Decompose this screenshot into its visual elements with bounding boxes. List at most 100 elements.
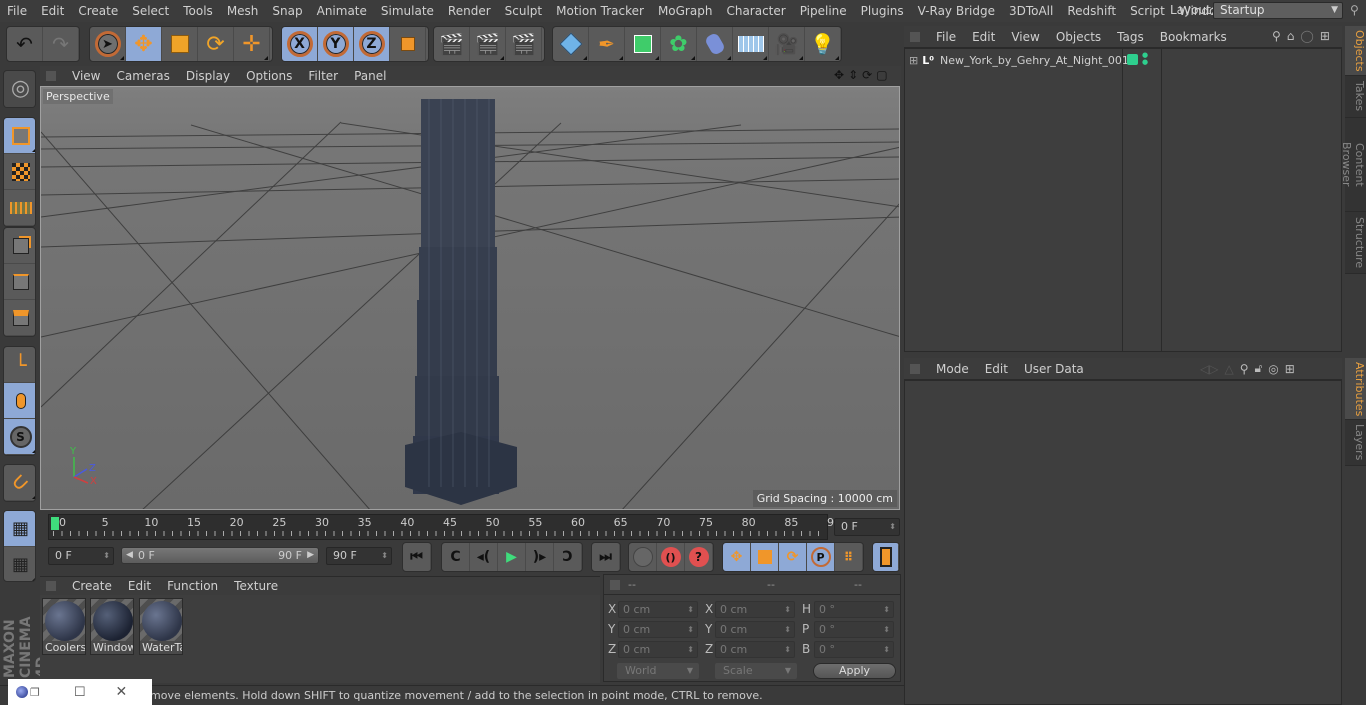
render-settings-button[interactable]: 🎬 bbox=[506, 27, 542, 61]
prev-frame-button[interactable]: ◂( bbox=[470, 543, 498, 571]
object-menu-view[interactable]: View bbox=[1003, 30, 1047, 44]
viewport-menu-panel[interactable]: Panel bbox=[346, 69, 394, 83]
live-selection-button[interactable]: ➤ bbox=[90, 27, 126, 61]
tab-structure[interactable]: Structure bbox=[1345, 212, 1366, 274]
material-menu-texture[interactable]: Texture bbox=[226, 579, 286, 593]
workplane-mode-button[interactable] bbox=[4, 190, 35, 226]
key-pla-toggle[interactable]: ⠿ bbox=[835, 543, 863, 571]
menu-render[interactable]: Render bbox=[441, 4, 498, 18]
lock-icon[interactable]: 🔓︎ bbox=[1255, 361, 1263, 376]
menu-pipeline[interactable]: Pipeline bbox=[793, 4, 854, 18]
coordinate-space-dropdown[interactable]: World ▼ bbox=[617, 663, 699, 679]
3d-viewport[interactable]: Y Z X Perspective Grid Spacing : 10000 c… bbox=[40, 86, 900, 510]
range-right-arrow-icon[interactable]: ▶ bbox=[307, 548, 314, 563]
menu-tools[interactable]: Tools bbox=[176, 4, 220, 18]
preview-range-slider[interactable]: ◀ 0 F 90 F ▶ bbox=[121, 547, 319, 564]
panel-grip-icon[interactable] bbox=[910, 363, 920, 374]
tweak-mode-button[interactable] bbox=[4, 383, 35, 419]
menu-simulate[interactable]: Simulate bbox=[374, 4, 441, 18]
eye-icon[interactable]: ◯ bbox=[1300, 29, 1313, 43]
viewport-menu-view[interactable]: View bbox=[64, 69, 108, 83]
key-scale-toggle[interactable] bbox=[751, 543, 779, 571]
restore-icon[interactable]: ❐ bbox=[30, 686, 40, 699]
layout-dropdown[interactable]: Startup ▼ bbox=[1213, 2, 1343, 19]
range-left-arrow-icon[interactable]: ◀ bbox=[126, 548, 133, 563]
transform-tool-button[interactable]: ✛ bbox=[234, 27, 270, 61]
lock-workplane-button[interactable]: ▦ bbox=[4, 511, 35, 547]
align-workplane-button[interactable]: ▦ bbox=[4, 547, 35, 581]
new-panel-icon[interactable]: ⊞ bbox=[1320, 29, 1330, 43]
axis-y-toggle[interactable]: Y bbox=[318, 27, 354, 61]
menu-file[interactable]: File bbox=[0, 4, 34, 18]
object-menu-tags[interactable]: Tags bbox=[1109, 30, 1152, 44]
material-swatch[interactable]: WaterTa bbox=[139, 598, 183, 655]
model-mode-button[interactable] bbox=[4, 118, 35, 154]
tab-takes[interactable]: Takes bbox=[1345, 76, 1366, 118]
material-swatch[interactable]: Window bbox=[90, 598, 134, 655]
key-rotation-toggle[interactable]: ⟳ bbox=[779, 543, 807, 571]
menu-select[interactable]: Select bbox=[125, 4, 176, 18]
floor-button[interactable] bbox=[733, 27, 769, 61]
undo-button[interactable]: ↶ bbox=[7, 27, 43, 61]
points-mode-button[interactable] bbox=[4, 228, 35, 264]
search-icon[interactable]: ⚲ bbox=[1272, 29, 1281, 43]
cube-button[interactable] bbox=[553, 27, 589, 61]
object-menu-edit[interactable]: Edit bbox=[964, 30, 1003, 44]
size-y-field[interactable]: 0 cm ⬍ bbox=[715, 621, 795, 638]
size-z-field[interactable]: 0 cm ⬍ bbox=[715, 641, 795, 658]
object-name[interactable]: New_York_by_Gehry_At_Night_001 bbox=[940, 54, 1129, 67]
camera-button[interactable]: 🎥 bbox=[769, 27, 805, 61]
tab-layers[interactable]: Layers bbox=[1345, 420, 1366, 466]
layer-color-swatch[interactable] bbox=[1127, 54, 1138, 65]
attribute-menu-edit[interactable]: Edit bbox=[977, 362, 1016, 376]
object-row[interactable]: ⊞ L⁰ New_York_by_Gehry_At_Night_001 bbox=[905, 49, 1341, 71]
magnet-button[interactable]: ∪ bbox=[4, 465, 35, 501]
material-swatch[interactable]: Coolers_ bbox=[42, 598, 86, 655]
maximize-icon[interactable]: ☐ bbox=[74, 685, 86, 700]
object-menu-file[interactable]: File bbox=[928, 30, 964, 44]
material-menu-create[interactable]: Create bbox=[64, 579, 120, 593]
enable-axis-button[interactable]: └ bbox=[4, 347, 35, 383]
menu-animate[interactable]: Animate bbox=[310, 4, 374, 18]
current-frame-field[interactable]: 0 F ⬍ bbox=[834, 518, 900, 536]
viewport-menu-cameras[interactable]: Cameras bbox=[108, 69, 177, 83]
timeline-window-button[interactable] bbox=[873, 543, 899, 571]
goto-end-button[interactable]: ⏭ bbox=[592, 543, 620, 571]
make-editable-button[interactable]: ◎ bbox=[4, 71, 35, 107]
render-view-button[interactable]: 🎬 bbox=[434, 27, 470, 61]
panel-grip-icon[interactable] bbox=[46, 71, 56, 81]
size-mode-dropdown[interactable]: Scale ▼ bbox=[715, 663, 797, 679]
coordinate-system-button[interactable] bbox=[390, 27, 426, 61]
viewport-menu-filter[interactable]: Filter bbox=[300, 69, 346, 83]
record-keys-button[interactable] bbox=[629, 543, 657, 571]
end-frame-field[interactable]: 90 F ⬍ bbox=[326, 547, 392, 565]
snap-settings-button[interactable]: S bbox=[4, 419, 35, 455]
viewport-menu-options[interactable]: Options bbox=[238, 69, 300, 83]
visibility-dots-icon[interactable]: ● ● bbox=[1142, 52, 1148, 66]
pos-z-field[interactable]: 0 cm ⬍ bbox=[618, 641, 698, 658]
next-frame-button[interactable]: )▸ bbox=[526, 543, 554, 571]
menu-mesh[interactable]: Mesh bbox=[220, 4, 266, 18]
close-icon[interactable]: ✕ bbox=[116, 684, 128, 700]
viewport-menu-display[interactable]: Display bbox=[178, 69, 238, 83]
pen-spline-button[interactable]: ✒ bbox=[589, 27, 625, 61]
menu-script[interactable]: Script bbox=[1123, 4, 1172, 18]
rot-h-field[interactable]: 0 ° ⬍ bbox=[814, 601, 894, 618]
render-to-picture-viewer-button[interactable]: 🎬 bbox=[470, 27, 506, 61]
rot-b-field[interactable]: 0 ° ⬍ bbox=[814, 641, 894, 658]
move-tool-button[interactable]: ✥ bbox=[126, 27, 162, 61]
axis-z-toggle[interactable]: Z bbox=[354, 27, 390, 61]
menu-character[interactable]: Character bbox=[719, 4, 792, 18]
menu-edit[interactable]: Edit bbox=[34, 4, 71, 18]
play-button[interactable]: ▶ bbox=[498, 543, 526, 571]
tab-objects[interactable]: Objects bbox=[1345, 26, 1366, 76]
apply-button[interactable]: Apply bbox=[813, 663, 896, 679]
menu-mograph[interactable]: MoGraph bbox=[651, 4, 720, 18]
orbit-icon[interactable]: ⟳ bbox=[862, 68, 872, 82]
key-parameter-toggle[interactable]: P bbox=[807, 543, 835, 571]
deformer-button[interactable] bbox=[697, 27, 733, 61]
new-panel-icon[interactable]: ⊞ bbox=[1285, 362, 1295, 376]
expand-icon[interactable]: ⊞ bbox=[909, 54, 918, 67]
object-menu-bookmarks[interactable]: Bookmarks bbox=[1152, 30, 1235, 44]
search-icon[interactable]: ⚲ bbox=[1240, 362, 1249, 376]
